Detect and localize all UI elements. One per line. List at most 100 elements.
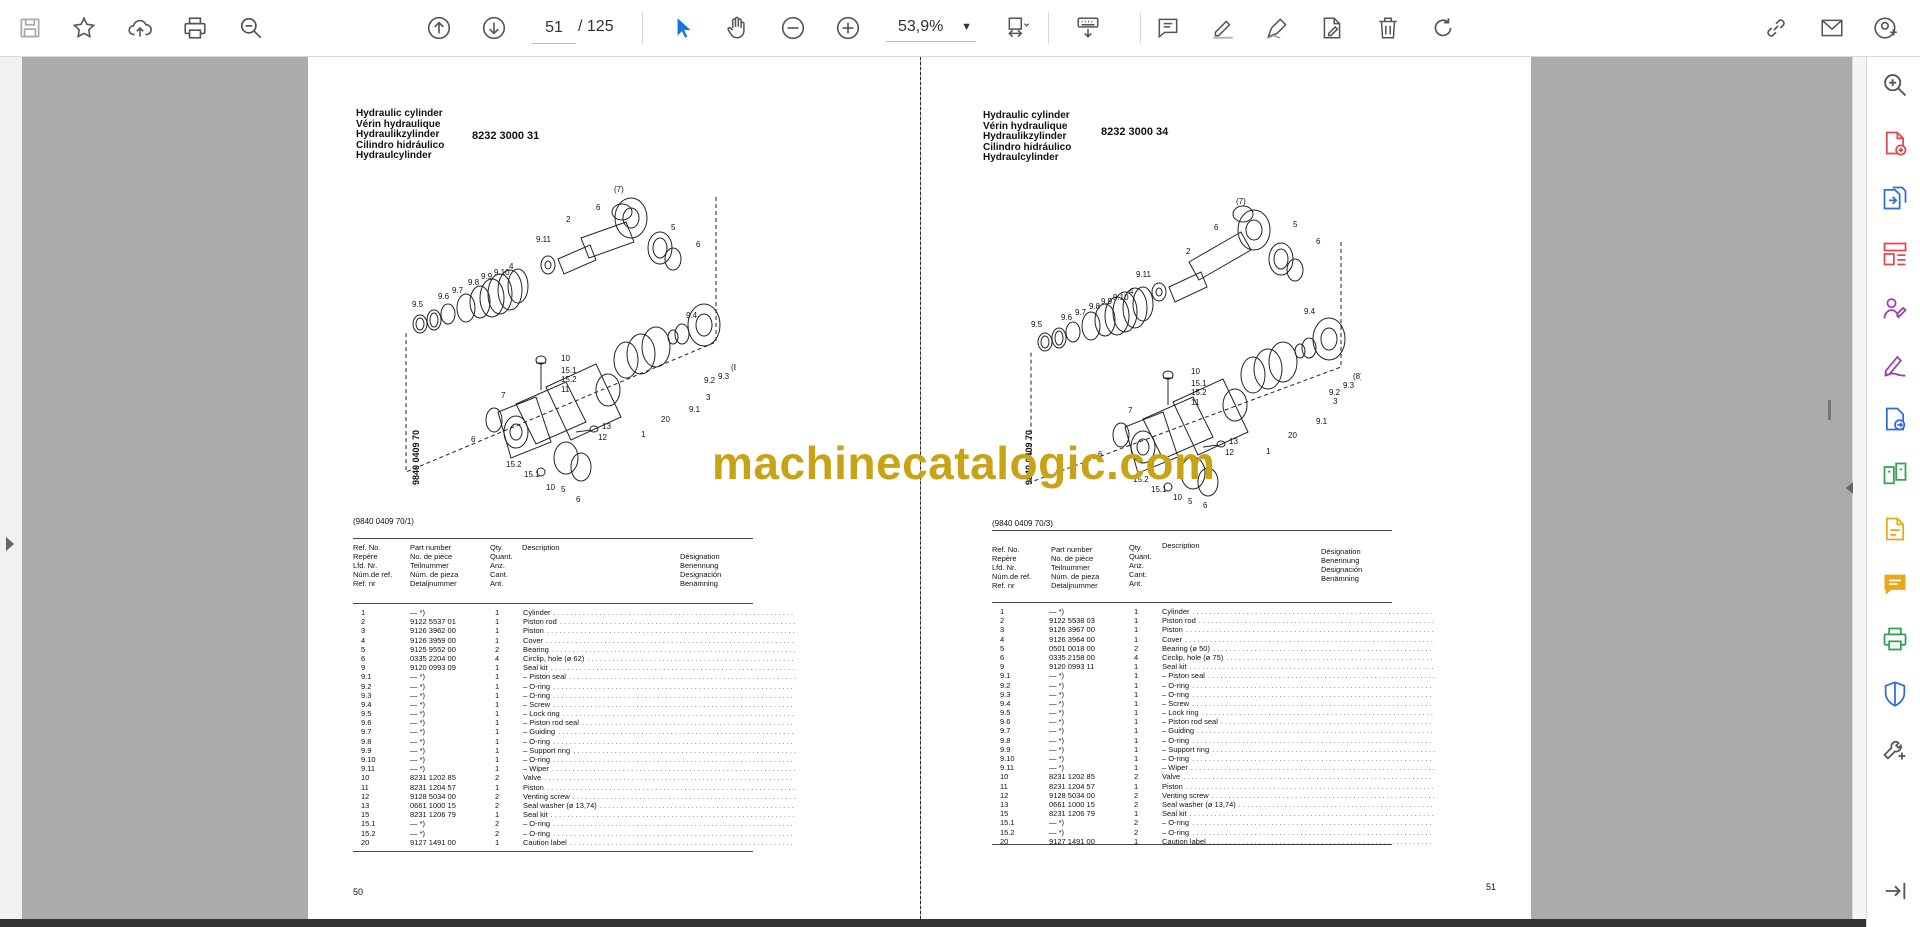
description-cell: Venting screw [1162,790,1209,800]
ref-cell: 9.6 [361,718,372,728]
leader-dots: . . . . . . . . . . . . . . . . . . . . … [1185,781,1434,791]
ref-cell: 9.8 [1000,735,1011,745]
upload-cloud-icon[interactable] [122,10,158,46]
leader-dots: . . . . . . . . . . . . . . . . . . . . … [1189,662,1434,672]
print-icon[interactable] [177,10,213,46]
comment-icon[interactable] [1150,10,1186,46]
table-bottom-rule [353,851,753,852]
ref-cell: 15.2 [1000,827,1015,837]
page-number: 50 [353,887,364,897]
svg-text:7: 7 [1128,406,1133,415]
qty-cell: 1 [495,837,500,847]
print-production-icon[interactable] [1879,623,1911,655]
delete-icon[interactable] [1370,10,1406,46]
description-cell: Piston [1162,625,1183,635]
description-cell: Circlip, hole (ø 75) [1162,652,1224,662]
zoom-in-icon[interactable] [830,10,866,46]
hand-tool-icon[interactable] [719,10,755,46]
svg-text:9.6: 9.6 [438,292,450,301]
qty-cell: 4 [495,653,500,663]
table-row: 10 8231 1202 85 2 Valve. . . . . . . . . . … [992,772,1431,782]
compare-files-icon[interactable] [1879,458,1911,490]
svg-text:9.7: 9.7 [1075,308,1087,317]
leader-dots: . . . . . . . . . . . . . . . . . . . . … [553,681,793,691]
ref-cell: 10 [1000,772,1009,782]
zoom-level-select[interactable]: 53,9% ▼ [886,13,976,42]
more-tools-icon[interactable] [1879,733,1911,765]
status-strip [0,919,1866,927]
next-page-icon[interactable] [476,10,512,46]
table-row: 9.7 — *) 1 – Guiding. . . . . . . . . . . .… [353,727,794,736]
part-number-cell: — *) [1049,818,1064,828]
keyboard-scroll-icon[interactable] [1070,10,1106,46]
part-number-cell: — *) [410,681,425,691]
previous-page-icon[interactable] [421,10,457,46]
table-row: 1 — *) 1 Cylinder. . . . . . . . . . . . . … [992,607,1432,616]
table-row: 15.1 — *) 2 – O-ring. . . . . . . . . . . .… [353,819,793,828]
leader-dots: . . . . . . . . . . . . . . . . . . . . … [572,791,796,801]
ref-cell: 6 [361,653,366,663]
left-panel-toggle[interactable] [0,57,23,927]
send-for-review-icon[interactable] [1879,403,1911,435]
qty-cell: 2 [1134,827,1139,837]
table-row: 6 0335 2204 00 4 Circlip, hole (ø 62). . . … [353,653,794,663]
export-pdf-icon[interactable] [1879,182,1911,214]
qty-cell: 1 [1134,671,1139,681]
organize-pages-icon[interactable] [1879,238,1911,270]
save-icon[interactable] [12,10,48,46]
collapse-panel-icon[interactable] [1846,482,1853,494]
qty-cell: 1 [495,635,500,645]
rotate-icon[interactable] [1425,10,1461,46]
svg-text:3: 3 [1333,397,1338,406]
qty-cell: 2 [495,800,500,810]
page-number-input[interactable] [532,13,576,44]
ref-cell: 9 [361,663,366,673]
add-user-icon[interactable] [1868,10,1904,46]
qty-cell: 1 [495,672,500,682]
search-zoom-icon[interactable] [233,10,269,46]
draw-pen-icon[interactable] [1259,10,1295,46]
part-number-cell: 9128 5034 00 [1049,790,1095,800]
leader-dots: . . . . . . . . . . . . . . . . . . . . … [1192,689,1432,699]
bookmark-star-icon[interactable] [66,10,102,46]
parts-table: 1 — *) 1 Cylinder . . . . . . . . . . . . . … [992,607,1435,846]
email-icon[interactable] [1814,10,1850,46]
svg-text:(8): (8) [731,363,736,372]
svg-text:15.1: 15.1 [1191,379,1207,388]
page-number: 51 [1486,882,1497,892]
share-link-icon[interactable] [1758,10,1794,46]
svg-text:20: 20 [661,415,670,424]
description-cell: – Support ring [523,745,571,755]
description-cell: – Screw [523,699,551,709]
svg-text:10: 10 [1173,493,1182,502]
description-cell: – O-ring [523,681,551,691]
edit-pdf-icon[interactable] [1879,513,1911,545]
svg-text:9.2: 9.2 [704,376,716,385]
fill-sign-icon[interactable] [1879,348,1911,380]
part-number-cell: 9120 0993 09 [410,663,456,673]
leader-dots: . . . . . . . . . . . . . . . . . . . . … [1192,754,1432,763]
highlight-pen-icon[interactable] [1205,10,1241,46]
part-number-cell: — *) [1049,607,1064,616]
zoom-out-icon[interactable] [775,10,811,46]
svg-text:9.1: 9.1 [689,405,701,414]
ref-cell: 9.6 [1000,717,1011,727]
table-row: 15 8231 1206 79 1 Seal kit. . . . . . . . .… [992,809,1433,818]
edit-document-icon[interactable] [1314,10,1350,46]
ref-cell: 9 [1000,662,1005,672]
request-signature-icon[interactable] [1879,293,1911,325]
ref-cell: 9.10 [361,755,376,764]
collapse-panel-arrow-icon[interactable] [1879,875,1911,907]
leader-dots: . . . . . . . . . . . . . . . . . . . . … [1192,680,1432,690]
part-number-cell: — *) [410,764,425,774]
create-pdf-icon[interactable] [1879,127,1911,159]
ref-cell: 9.1 [1000,671,1011,681]
select-cursor-icon[interactable] [665,10,701,46]
leader-dots: . . . . . . . . . . . . . . . . . . . . … [568,672,797,682]
fit-page-icon[interactable] [1000,10,1036,46]
part-number-cell: — *) [410,736,425,746]
scrollbar-thumb[interactable] [1828,400,1831,420]
zoom-tool-icon[interactable] [1879,69,1911,101]
protect-shield-icon[interactable] [1879,678,1911,710]
comment-tool-icon[interactable] [1879,568,1911,600]
